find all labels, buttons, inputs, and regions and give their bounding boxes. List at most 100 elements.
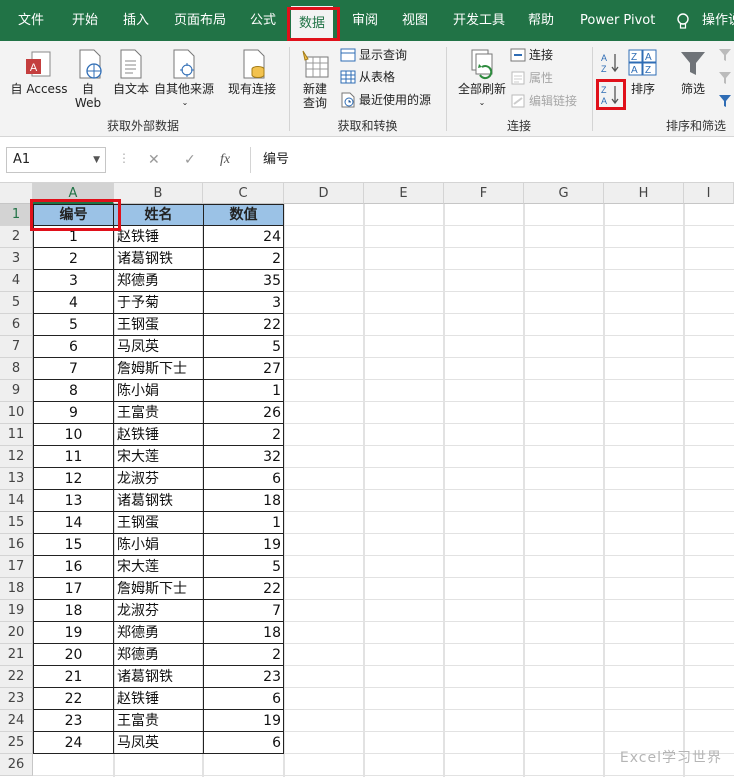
row-header[interactable]: 11 <box>0 424 33 446</box>
table-cell[interactable]: 27 <box>203 358 284 380</box>
row-header[interactable]: 14 <box>0 490 33 512</box>
table-cell[interactable]: 24 <box>203 226 284 248</box>
sort-ascending-icon[interactable]: AZ <box>601 52 621 77</box>
existing-connections-button[interactable]: 现有连接 <box>222 82 282 96</box>
table-cell[interactable]: 2 <box>203 248 284 270</box>
row-header[interactable]: 16 <box>0 534 33 556</box>
table-cell[interactable]: 赵铁锤 <box>114 688 203 710</box>
table-cell[interactable]: 宋大莲 <box>114 446 203 468</box>
table-cell[interactable]: 14 <box>33 512 114 534</box>
column-header-b[interactable]: B <box>114 183 203 204</box>
table-cell[interactable]: 诸葛钢铁 <box>114 248 203 270</box>
sort-button[interactable]: 排序 <box>628 82 658 96</box>
table-cell[interactable]: 11 <box>33 446 114 468</box>
tab-insert[interactable]: 插入 <box>123 0 149 41</box>
table-cell[interactable]: 王富贵 <box>114 402 203 424</box>
row-header[interactable]: 20 <box>0 622 33 644</box>
table-cell[interactable]: 15 <box>33 534 114 556</box>
row-header[interactable]: 5 <box>0 292 33 314</box>
table-cell[interactable]: 23 <box>33 710 114 732</box>
refresh-all-button[interactable]: 全部刷新 <box>452 82 512 96</box>
table-cell[interactable]: 7 <box>203 600 284 622</box>
row-header[interactable]: 24 <box>0 710 33 732</box>
column-header-i[interactable]: I <box>684 183 734 204</box>
sort-descending-icon[interactable]: ZA <box>601 84 621 109</box>
row-header[interactable]: 26 <box>0 754 33 776</box>
show-queries-button[interactable]: 显示查询 <box>359 46 407 64</box>
table-cell[interactable]: 1 <box>203 512 284 534</box>
row-header[interactable]: 23 <box>0 688 33 710</box>
table-cell[interactable]: 王富贵 <box>114 710 203 732</box>
new-query-button[interactable]: 新建 查询 <box>293 82 337 110</box>
column-header-c[interactable]: C <box>203 183 284 204</box>
table-cell[interactable]: 16 <box>33 556 114 578</box>
worksheet-grid[interactable]: A B C D E F G H I 1 2 3 4 5 6 7 8 9 10 11 12 13 14 15 1… <box>0 183 734 777</box>
table-header-cell[interactable]: 数值 <box>203 204 284 226</box>
table-header-cell[interactable]: 编号 <box>33 204 114 226</box>
table-cell[interactable]: 5 <box>203 336 284 358</box>
table-cell[interactable]: 陈小娟 <box>114 534 203 556</box>
table-cell[interactable]: 22 <box>33 688 114 710</box>
edit-links-button[interactable]: 编辑链接 <box>529 92 577 110</box>
table-cell[interactable]: 龙淑芬 <box>114 468 203 490</box>
from-table-button[interactable]: 从表格 <box>359 68 395 86</box>
table-cell[interactable]: 1 <box>33 226 114 248</box>
row-header[interactable]: 7 <box>0 336 33 358</box>
more-options-icon[interactable]: ⋮ <box>118 151 130 165</box>
properties-button[interactable]: 属性 <box>529 69 553 87</box>
table-cell[interactable]: 21 <box>33 666 114 688</box>
table-cell[interactable]: 2 <box>203 424 284 446</box>
recent-sources-button[interactable]: 最近使用的源 <box>359 91 431 109</box>
tab-review[interactable]: 审阅 <box>352 0 378 41</box>
table-cell[interactable]: 于予菊 <box>114 292 203 314</box>
tab-home[interactable]: 开始 <box>72 0 98 41</box>
table-cell[interactable]: 18 <box>203 622 284 644</box>
row-header[interactable]: 4 <box>0 270 33 292</box>
column-header-e[interactable]: E <box>364 183 444 204</box>
select-all-corner[interactable] <box>0 183 33 204</box>
reapply-filter-icon[interactable] <box>718 70 734 89</box>
formula-input[interactable]: 编号 <box>250 147 734 173</box>
cancel-icon[interactable]: ✕ <box>148 147 160 173</box>
filter-button[interactable]: 筛选 <box>676 82 710 96</box>
table-cell[interactable]: 8 <box>33 380 114 402</box>
table-cell[interactable]: 1 <box>203 380 284 402</box>
row-header[interactable]: 25 <box>0 732 33 754</box>
column-header-d[interactable]: D <box>284 183 364 204</box>
table-cell[interactable]: 郑德勇 <box>114 644 203 666</box>
row-header[interactable]: 18 <box>0 578 33 600</box>
table-cell[interactable]: 32 <box>203 446 284 468</box>
row-header[interactable]: 10 <box>0 402 33 424</box>
table-cell[interactable]: 诸葛钢铁 <box>114 666 203 688</box>
table-cell[interactable]: 赵铁锤 <box>114 424 203 446</box>
table-cell[interactable]: 马凤英 <box>114 336 203 358</box>
table-cell[interactable]: 2 <box>203 644 284 666</box>
column-header-h[interactable]: H <box>604 183 684 204</box>
column-header-f[interactable]: F <box>444 183 524 204</box>
tell-me-box[interactable]: 操作说 <box>702 0 734 41</box>
row-header[interactable]: 2 <box>0 226 33 248</box>
name-box[interactable]: A1 ▼ <box>6 147 106 173</box>
table-cell[interactable]: 5 <box>33 314 114 336</box>
table-cell[interactable]: 2 <box>33 248 114 270</box>
row-header[interactable]: 17 <box>0 556 33 578</box>
table-cell[interactable]: 王钢蛋 <box>114 512 203 534</box>
table-cell[interactable]: 诸葛钢铁 <box>114 490 203 512</box>
row-header[interactable]: 15 <box>0 512 33 534</box>
table-cell[interactable]: 10 <box>33 424 114 446</box>
table-cell[interactable]: 詹姆斯下士 <box>114 358 203 380</box>
table-cell[interactable]: 6 <box>203 468 284 490</box>
tab-help[interactable]: 帮助 <box>528 0 554 41</box>
column-header-a[interactable]: A <box>33 183 114 204</box>
enter-icon[interactable]: ✓ <box>184 147 196 173</box>
clear-filter-icon[interactable] <box>718 47 734 66</box>
table-cell[interactable]: 6 <box>203 732 284 754</box>
table-cell[interactable]: 12 <box>33 468 114 490</box>
table-cell[interactable]: 22 <box>203 578 284 600</box>
row-header[interactable]: 19 <box>0 600 33 622</box>
table-cell[interactable]: 22 <box>203 314 284 336</box>
table-cell[interactable]: 18 <box>203 490 284 512</box>
table-cell[interactable]: 26 <box>203 402 284 424</box>
row-header[interactable]: 12 <box>0 446 33 468</box>
table-cell[interactable]: 13 <box>33 490 114 512</box>
